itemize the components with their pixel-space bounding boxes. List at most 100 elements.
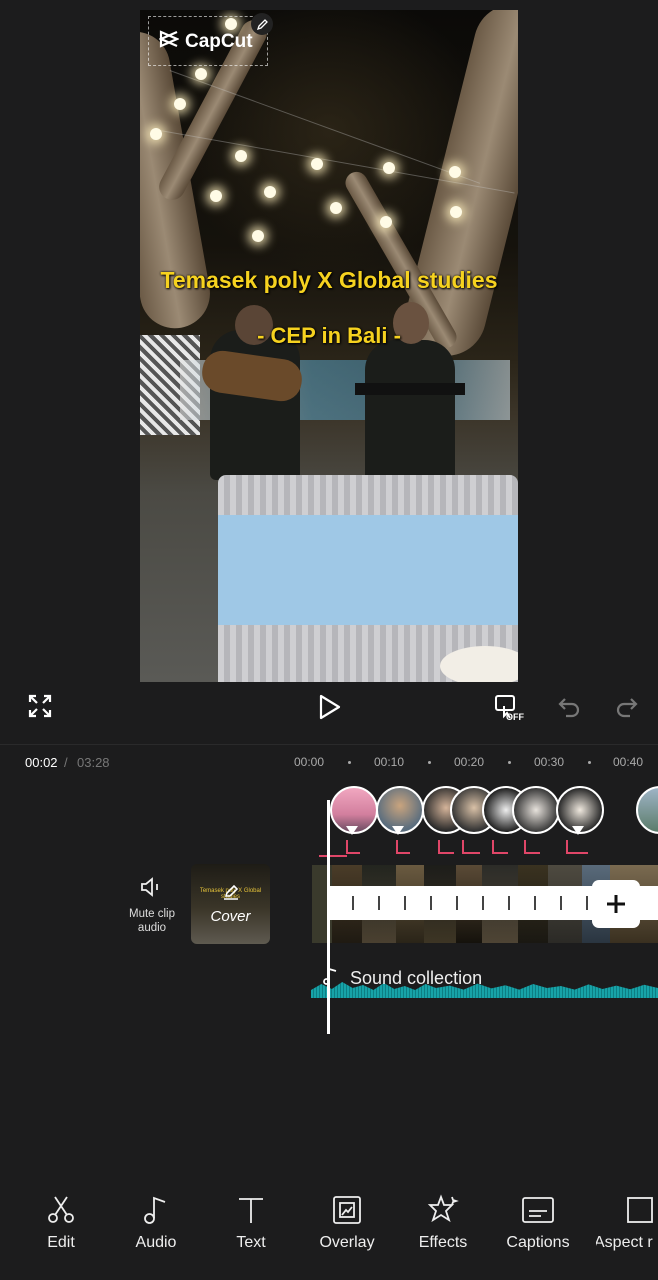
- ruler-tick: 00:10: [374, 755, 405, 769]
- photo-pin[interactable]: [636, 786, 658, 834]
- ruler-dot: [508, 761, 511, 764]
- play-icon: [319, 694, 341, 720]
- video-preview[interactable]: Temasek poly X Global studies - CEP in B…: [140, 10, 518, 682]
- plus-icon: [607, 895, 625, 913]
- tool-text[interactable]: Text: [211, 1188, 291, 1252]
- audio-tick: [560, 896, 562, 910]
- capcut-logo-icon: [158, 30, 180, 53]
- string-light: [252, 230, 264, 242]
- string-light: [150, 128, 162, 140]
- string-light: [449, 166, 461, 178]
- ruler-tick: 00:40: [613, 755, 644, 769]
- time-separator: /: [64, 755, 68, 770]
- mute-clip-audio-label[interactable]: Mute clip audio: [120, 907, 184, 935]
- audio-tick: [586, 896, 588, 910]
- string-light: [450, 206, 462, 218]
- text-icon: [211, 1188, 291, 1232]
- aspect-ratio-icon: [596, 1188, 658, 1232]
- tool-captions-label: Captions: [506, 1234, 570, 1251]
- capcut-watermark[interactable]: CapCut: [148, 16, 268, 66]
- capcut-logo-text: CapCut: [185, 31, 253, 52]
- divider: [0, 744, 658, 745]
- tool-edit[interactable]: Edit: [21, 1188, 101, 1252]
- undo-icon: [558, 698, 580, 718]
- audio-tick: [404, 896, 406, 910]
- tool-overlay-label: Overlay: [319, 1234, 375, 1251]
- pin-tail: [572, 826, 584, 835]
- tool-text-label: Text: [236, 1234, 266, 1251]
- audio-tick: [378, 896, 380, 910]
- string-light: [383, 162, 395, 174]
- add-clip-button[interactable]: [592, 880, 640, 928]
- string-light: [235, 150, 247, 162]
- scissors-icon: [21, 1188, 101, 1232]
- playhead[interactable]: [327, 800, 330, 1034]
- ruler-tick: 00:00: [294, 755, 325, 769]
- tool-effects-label: Effects: [418, 1234, 468, 1251]
- clip-marker: [346, 840, 360, 854]
- undo-button[interactable]: [552, 690, 586, 724]
- plate: [440, 646, 518, 682]
- ruler-tick: 00:20: [454, 755, 485, 769]
- pencil-icon: [221, 882, 241, 907]
- playhead-indicator: [319, 855, 347, 857]
- audio-tick: [508, 896, 510, 910]
- audio-tick: [534, 896, 536, 910]
- play-button[interactable]: [312, 690, 348, 724]
- clip-marker: [492, 840, 508, 854]
- ruler-dot: [348, 761, 351, 764]
- effects-star-icon: [403, 1188, 483, 1232]
- tool-audio-label: Audio: [135, 1234, 177, 1251]
- music-note-icon: [322, 966, 340, 991]
- pin-tail: [392, 826, 404, 835]
- pin-tail: [346, 826, 358, 835]
- clip-marker: [438, 840, 454, 854]
- video-title-line1[interactable]: Temasek poly X Global studies: [140, 267, 518, 294]
- ruler-tick: 00:30: [534, 755, 565, 769]
- redo-button[interactable]: [610, 690, 644, 724]
- audio-tick: [430, 896, 432, 910]
- keyboardist: [365, 340, 455, 485]
- captions-icon: [498, 1188, 578, 1232]
- current-time: 00:02: [25, 755, 58, 770]
- ruler-dot: [588, 761, 591, 764]
- string-light: [264, 186, 276, 198]
- edit-watermark-icon[interactable]: [251, 13, 273, 35]
- video-title-line2[interactable]: - CEP in Bali -: [140, 323, 518, 349]
- clip-marker: [396, 840, 410, 854]
- clip-marker: [566, 840, 588, 854]
- keyboard: [355, 383, 465, 395]
- string-light: [311, 158, 323, 170]
- sound-track-label[interactable]: Sound collection: [350, 968, 482, 989]
- keyframe-button[interactable]: OFF: [486, 688, 528, 726]
- tool-overlay[interactable]: Overlay: [307, 1188, 387, 1252]
- clip-marker: [524, 840, 540, 854]
- fullscreen-button[interactable]: [24, 690, 56, 722]
- speaker-icon: [141, 877, 158, 897]
- mute-clip-audio-button[interactable]: [134, 872, 168, 902]
- audio-tick: [456, 896, 458, 910]
- string-light: [210, 190, 222, 202]
- photo-pin[interactable]: [512, 786, 560, 834]
- string-light: [380, 216, 392, 228]
- cover-button[interactable]: Temasek poly X Global studies Cover: [191, 864, 270, 944]
- keyframe-off-label: OFF: [506, 712, 524, 722]
- tool-edit-label: Edit: [47, 1234, 75, 1251]
- string-light: [174, 98, 186, 110]
- tool-effects[interactable]: Effects: [403, 1188, 483, 1252]
- tool-captions[interactable]: Captions: [498, 1188, 578, 1252]
- audio-tick: [482, 896, 484, 910]
- total-time: 03:28: [77, 755, 110, 770]
- audio-tick: [352, 896, 354, 910]
- redo-icon: [616, 698, 638, 718]
- tool-audio[interactable]: Audio: [116, 1188, 196, 1252]
- music-note-icon: [116, 1188, 196, 1232]
- tool-aspect-ratio[interactable]: Aspect r: [596, 1188, 658, 1252]
- tool-aspect-ratio-label: Aspect r: [596, 1234, 653, 1251]
- string-light: [195, 68, 207, 80]
- cover-label: Cover: [210, 908, 251, 925]
- overlay-icon: [307, 1188, 387, 1232]
- ruler-dot: [428, 761, 431, 764]
- clip-marker: [462, 840, 480, 854]
- expand-icon: [28, 694, 52, 718]
